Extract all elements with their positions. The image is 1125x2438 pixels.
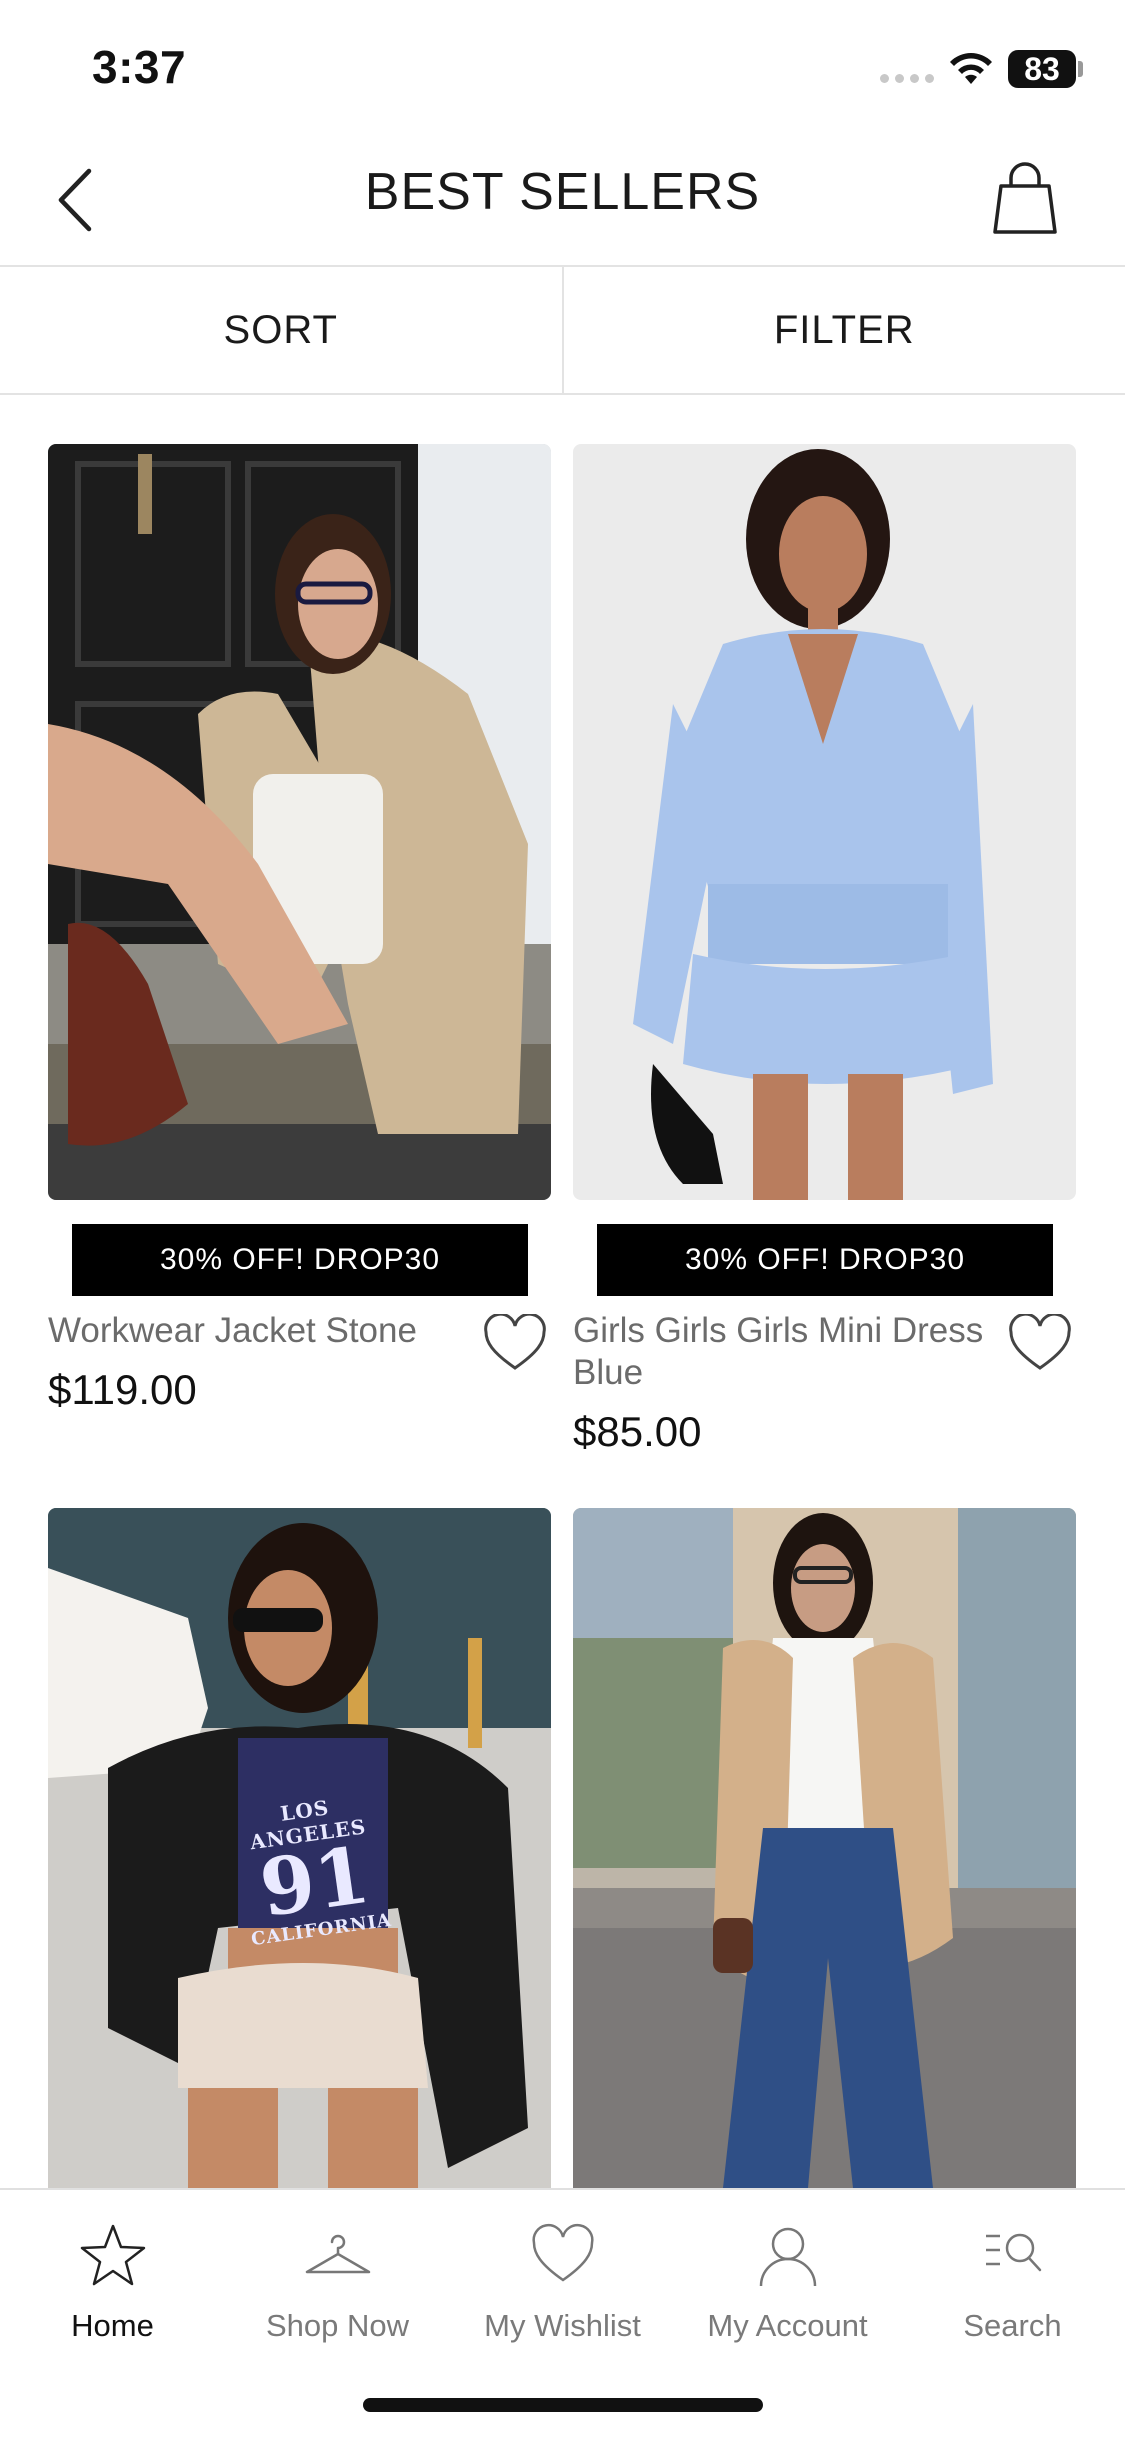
promo-banner: 30% OFF! DROP30 [72,1224,528,1296]
filter-button[interactable]: FILTER [562,267,1125,393]
product-image[interactable] [573,1508,1076,2188]
wishlist-heart-icon[interactable] [1007,1314,1073,1374]
tab-label: Search [963,2308,1061,2344]
sort-button[interactable]: SORT [0,267,562,393]
tab-label: Home [71,2308,154,2344]
product-card[interactable]: LOS ANGELES 91 CALIFORNIA [48,1508,551,2188]
cellular-signal-icon [880,74,936,86]
product-card[interactable] [573,1508,1076,2188]
product-card[interactable]: 30% OFF! DROP30 Workwear Jacket Stone $1… [48,444,551,1424]
shirt-print: LOS ANGELES 91 CALIFORNIA [229,1788,397,1950]
search-list-icon [978,2220,1048,2290]
tab-search[interactable]: Search [900,2210,1125,2350]
tab-label: Shop Now [266,2308,409,2344]
battery-tip [1078,61,1083,77]
tab-home[interactable]: Home [0,2210,225,2350]
battery-icon: 83 [1008,50,1076,88]
tab-label: My Account [707,2308,867,2344]
status-bar: 3:37 83 [0,0,1125,130]
status-time: 3:37 [92,40,186,94]
product-name[interactable]: Workwear Jacket Stone [48,1310,468,1352]
tab-label: My Wishlist [484,2308,641,2344]
product-price: $119.00 [48,1366,197,1414]
tab-my-wishlist[interactable]: My Wishlist [450,2210,675,2350]
wifi-icon [946,48,996,88]
wishlist-heart-icon[interactable] [482,1314,548,1374]
shopping-bag-button[interactable] [985,158,1065,238]
page-title: BEST SELLERS [0,162,1125,222]
header: BEST SELLERS [0,130,1125,267]
shopping-bag-icon [985,158,1065,238]
product-image[interactable] [48,444,551,1200]
home-indicator[interactable] [363,2398,763,2412]
product-price: $85.00 [573,1408,701,1456]
product-card[interactable]: 30% OFF! DROP30 Girls Girls Girls Mini D… [573,444,1076,1468]
star-icon [78,2220,148,2290]
tab-shop-now[interactable]: Shop Now [225,2210,450,2350]
tab-my-account[interactable]: My Account [675,2210,900,2350]
sort-filter-bar: SORT FILTER [0,267,1125,395]
product-image[interactable] [573,444,1076,1200]
hanger-icon [303,2220,373,2290]
person-icon [753,2220,823,2290]
heart-icon [528,2220,598,2290]
product-name[interactable]: Girls Girls Girls Mini Dress Blue [573,1310,993,1394]
promo-banner: 30% OFF! DROP30 [597,1224,1053,1296]
